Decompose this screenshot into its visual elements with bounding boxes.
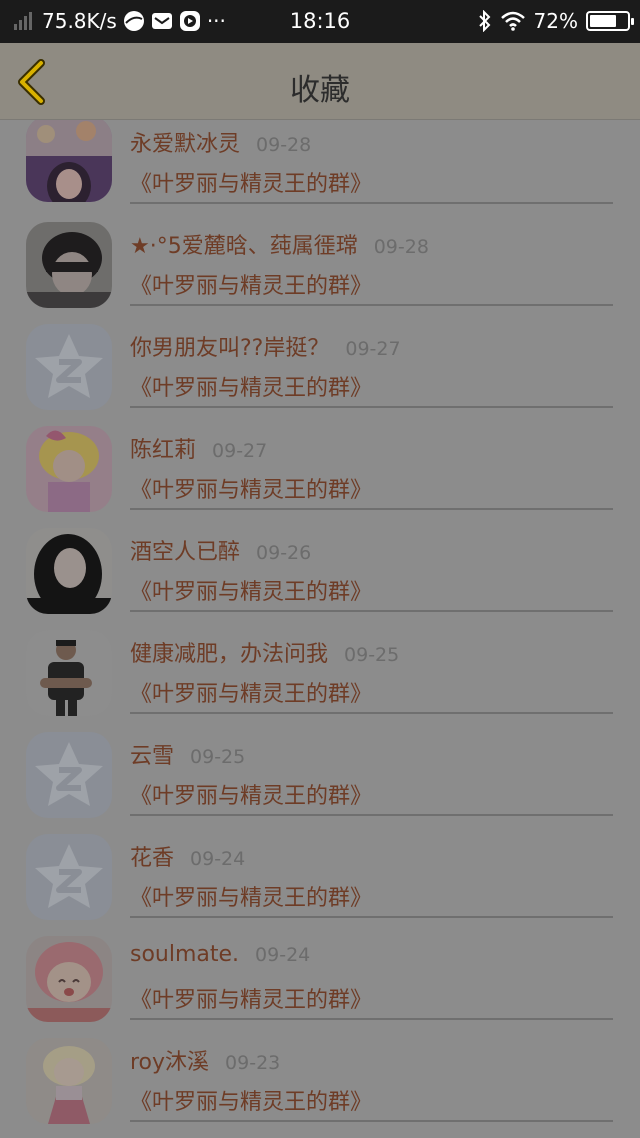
- group-name: 《叶罗丽与精灵王的群》: [130, 580, 373, 605]
- divider: [130, 916, 613, 918]
- list-item[interactable]: 你男朋友叫??岸挺？ 09-27 《叶罗丽与精灵王的群》: [0, 324, 640, 426]
- item-date: 09-26: [256, 542, 312, 564]
- doll-avatar-image: [26, 120, 112, 202]
- list-item[interactable]: 花香 09-24 《叶罗丽与精灵王的群》: [0, 834, 640, 936]
- anime-doll-avatar-image: [26, 1038, 112, 1124]
- group-name: 《叶罗丽与精灵王的群》: [130, 784, 373, 809]
- item-date: 09-25: [190, 746, 246, 768]
- avatar[interactable]: [26, 834, 112, 920]
- qzone-star-icon: [26, 732, 112, 818]
- item-date: 09-25: [344, 644, 400, 666]
- list-item[interactable]: 永爱默冰灵 09-28 《叶罗丽与精灵王的群》: [0, 120, 640, 222]
- contact-name: soulmate.: [130, 942, 240, 967]
- avatar[interactable]: [26, 222, 112, 308]
- list-item[interactable]: 云雪 09-25 《叶罗丽与精灵王的群》: [0, 732, 640, 834]
- bluetooth-icon: [478, 10, 492, 32]
- list-item[interactable]: 陈红莉 09-27 《叶罗丽与精灵王的群》: [0, 426, 640, 528]
- item-date: 09-23: [225, 1052, 281, 1074]
- status-bar: 75.8K/s ··· 18:16 72%: [0, 0, 640, 43]
- group-name: 《叶罗丽与精灵王的群》: [130, 988, 373, 1013]
- divider: [130, 202, 613, 204]
- contact-name: 健康减肥，办法问我: [130, 642, 329, 667]
- group-name: 《叶罗丽与精灵王的群》: [130, 478, 373, 503]
- divider: [130, 610, 613, 612]
- item-date: 09-28: [373, 236, 429, 258]
- contact-name: ★·°5爱麓晗、莼属徰瑺: [130, 234, 358, 259]
- divider: [130, 1120, 613, 1122]
- group-name: 《叶罗丽与精灵王的群》: [130, 172, 373, 197]
- list-item[interactable]: soulmate. 09-24 《叶罗丽与精灵王的群》: [0, 936, 640, 1038]
- divider: [130, 1018, 613, 1020]
- page-title: 收藏: [290, 73, 350, 108]
- avatar[interactable]: [26, 1038, 112, 1124]
- group-name: 《叶罗丽与精灵王的群》: [130, 376, 373, 401]
- list-item[interactable]: 健康减肥，办法问我 09-25 《叶罗丽与精灵王的群》: [0, 630, 640, 732]
- avatar[interactable]: [26, 324, 112, 410]
- contact-name: 云雪: [130, 744, 175, 769]
- nav-header: 收藏: [0, 43, 640, 120]
- divider: [130, 508, 613, 510]
- contact-name: 酒空人已醉: [130, 540, 241, 565]
- item-date: 09-27: [345, 338, 401, 360]
- anime-girl-avatar-image: [26, 426, 112, 512]
- contact-name: 花香: [130, 846, 175, 871]
- contact-name: 永爱默冰灵: [130, 132, 241, 157]
- favorites-list: 永爱默冰灵 09-28 《叶罗丽与精灵王的群》 ★·°5爱麓晗、莼属徰瑺 09-…: [0, 120, 640, 1138]
- divider: [130, 406, 613, 408]
- qzone-star-icon: [26, 834, 112, 920]
- avatar[interactable]: [26, 630, 112, 716]
- anime-pink-hair-avatar-image: [26, 936, 112, 1022]
- item-date: 09-27: [212, 440, 268, 462]
- avatar[interactable]: [26, 732, 112, 818]
- contact-name: 你男朋友叫??岸挺？: [130, 336, 330, 361]
- wifi-icon: [500, 11, 526, 31]
- contact-name: roy沐溪: [130, 1050, 210, 1075]
- boy-avatar-image: [26, 222, 112, 308]
- battery-icon: [586, 11, 634, 31]
- list-item[interactable]: 酒空人已醉 09-26 《叶罗丽与精灵王的群》: [0, 528, 640, 630]
- group-name: 《叶罗丽与精灵王的群》: [130, 886, 373, 911]
- avatar[interactable]: [26, 120, 112, 202]
- list-item[interactable]: roy沐溪 09-23 《叶罗丽与精灵王的群》: [0, 1038, 640, 1138]
- contact-name: 陈红莉: [130, 438, 197, 463]
- qzone-star-icon: [26, 324, 112, 410]
- avatar[interactable]: [26, 936, 112, 1022]
- avatar[interactable]: [26, 528, 112, 614]
- group-name: 《叶罗丽与精灵王的群》: [130, 682, 373, 707]
- divider: [130, 304, 613, 306]
- divider: [130, 814, 613, 816]
- man-avatar-image: [26, 630, 112, 716]
- list-item[interactable]: ★·°5爱麓晗、莼属徰瑺 09-28 《叶罗丽与精灵王的群》: [0, 222, 640, 324]
- item-date: 09-28: [256, 134, 312, 156]
- divider: [130, 712, 613, 714]
- item-date: 09-24: [190, 848, 246, 870]
- woman-avatar-image: [26, 528, 112, 614]
- group-name: 《叶罗丽与精灵王的群》: [130, 274, 373, 299]
- battery-percent: 72%: [533, 9, 578, 33]
- group-name: 《叶罗丽与精灵王的群》: [130, 1090, 373, 1115]
- item-date: 09-24: [255, 944, 311, 966]
- avatar[interactable]: [26, 426, 112, 512]
